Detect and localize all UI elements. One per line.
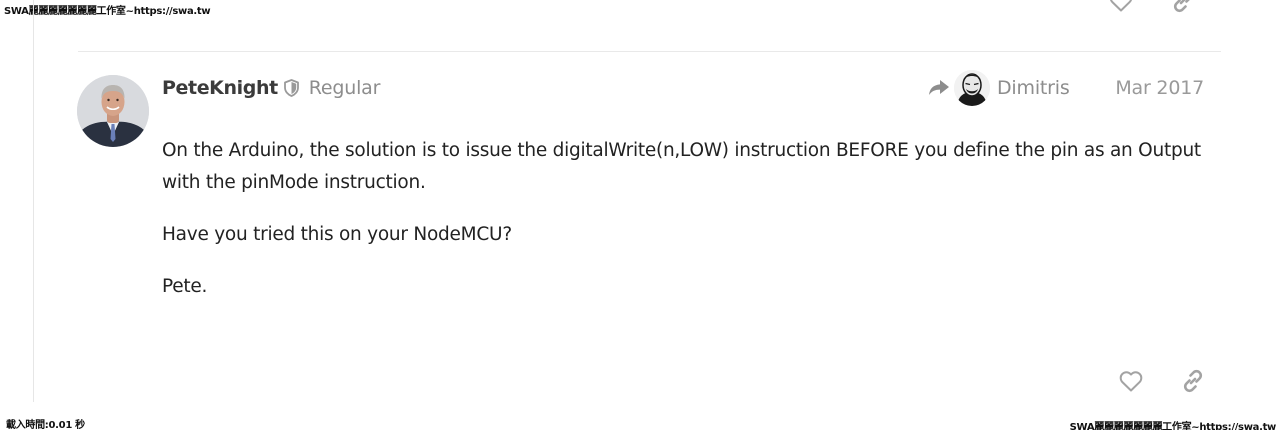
post-date[interactable]: Mar 2017 — [1115, 74, 1204, 102]
watermark-top: SWA麗麗麗麗麗麗麗工作室~https://swa.tw — [4, 6, 211, 17]
heart-icon — [1110, 0, 1132, 12]
previous-share-button[interactable] — [1170, 0, 1196, 14]
link-icon — [1173, 0, 1190, 13]
watermark-bottom: SWA麗麗麗麗麗麗麗工作室~https://swa.tw — [1069, 422, 1277, 430]
shield-icon — [283, 79, 300, 97]
reply-to-name: Dimitris — [997, 77, 1070, 99]
avatar[interactable] — [77, 75, 149, 147]
previous-like-button[interactable] — [1108, 0, 1134, 14]
post-paragraph: Have you tried this on your NodeMCU? — [162, 224, 512, 245]
link-icon — [1183, 369, 1203, 393]
reply-to-link[interactable]: Dimitris — [928, 70, 1070, 106]
author-title: Regular — [308, 77, 381, 99]
like-button[interactable] — [1118, 368, 1144, 394]
watermark-load-time: 載入時間:0.01 秒 — [6, 420, 85, 430]
author-name[interactable]: PeteKnight — [162, 77, 278, 99]
post-actions — [1118, 368, 1206, 394]
heart-icon — [1119, 371, 1143, 392]
author-avatar-image — [77, 75, 149, 147]
reply-arrow-icon — [928, 79, 950, 97]
post-divider — [78, 51, 1221, 52]
share-link-button[interactable] — [1180, 368, 1206, 394]
forum-thread: SWA麗麗麗麗麗麗麗工作室~https://swa.tw PeteKnight … — [0, 0, 1280, 430]
thread-line — [33, 0, 34, 402]
post-header: PeteKnight Regular — [162, 74, 380, 102]
post-paragraph: Pete. — [162, 276, 208, 297]
post-body: On the Arduino, the solution is to issue… — [162, 135, 1222, 323]
post-paragraph: On the Arduino, the solution is to issue… — [162, 140, 1201, 193]
reply-avatar — [954, 70, 990, 106]
previous-post-actions — [1108, 0, 1196, 14]
